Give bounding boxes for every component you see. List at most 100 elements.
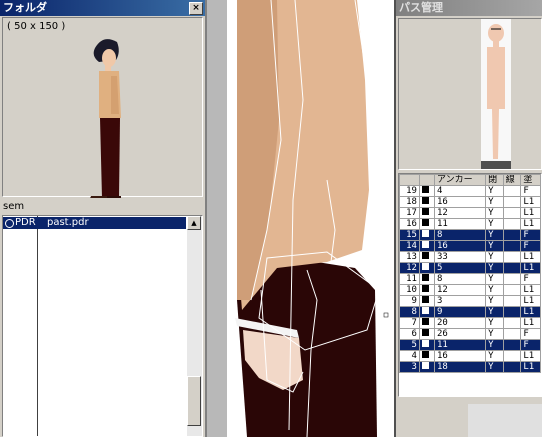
path-color-swatch [418, 339, 436, 351]
path-window-titlebar[interactable]: パス管理 [396, 0, 542, 16]
file-type-icon [5, 219, 14, 228]
line-flag [502, 361, 522, 373]
path-number: 16 [399, 218, 420, 230]
path-number: 11 [399, 273, 420, 285]
path-number: 14 [399, 240, 420, 252]
fill-flag: L1 [520, 196, 541, 208]
fill-flag: F [520, 229, 541, 241]
fill-flag: L1 [520, 306, 541, 318]
path-row[interactable]: 9 3 Y L1 [399, 295, 541, 307]
path-color-swatch [418, 306, 436, 318]
closed-flag: Y [485, 284, 504, 296]
path-row[interactable]: 6 26 Y F [399, 328, 541, 340]
closed-flag: Y [485, 306, 504, 318]
path-number: 4 [399, 350, 420, 362]
path-row[interactable]: 158YF( [399, 229, 541, 241]
path-color-swatch [418, 328, 436, 340]
path-col-header[interactable] [418, 174, 436, 186]
line-flag [502, 229, 522, 241]
path-row[interactable]: 19 4 Y F [399, 185, 541, 197]
swatch-square [421, 318, 429, 325]
scroll-thumb[interactable] [187, 376, 201, 426]
section-label: sem [3, 201, 25, 212]
swatch-square [421, 285, 429, 292]
line-flag [502, 251, 522, 263]
anchor-count: 16 [434, 350, 487, 362]
anchor-count: 11 [434, 218, 487, 230]
file-list-scrollbar[interactable]: ▲ [187, 216, 202, 436]
swatch-square [421, 186, 429, 193]
path-number: 6 [399, 328, 420, 340]
path-window-title: パス管理 [399, 1, 443, 14]
path-number: 13 [399, 251, 420, 263]
path-col-header[interactable] [399, 174, 420, 186]
path-row[interactable]: 1416YF( [399, 240, 541, 252]
closed-flag: Y [485, 328, 504, 340]
path-number: 3 [399, 361, 420, 373]
line-flag [502, 262, 522, 274]
close-button[interactable]: × [189, 2, 203, 15]
anchor-count: 3 [434, 295, 487, 307]
fill-flag: L1 [520, 262, 541, 274]
closed-flag: Y [485, 339, 504, 351]
path-preview [398, 18, 542, 170]
scroll-up-button[interactable]: ▲ [187, 216, 201, 230]
path-number: 15 [399, 229, 420, 241]
path-row[interactable]: 13 33 Y L1 [399, 251, 541, 263]
path-row[interactable]: 10 12 Y L1 [399, 284, 541, 296]
path-color-swatch [418, 284, 436, 296]
file-name: past.pdr [47, 217, 89, 228]
swatch-square [421, 274, 429, 281]
path-row[interactable]: 8 9 Y L1 [399, 306, 541, 318]
path-row[interactable]: 17 12 Y L1 [399, 207, 541, 219]
path-col-header[interactable]: アンカー [434, 174, 487, 186]
folder-window-titlebar[interactable]: フォルダ × [0, 0, 205, 16]
swatch-square [421, 241, 429, 248]
file-row[interactable]: PDR past.pdr [3, 217, 186, 229]
fill-flag: L1 [520, 218, 541, 230]
line-flag [502, 284, 522, 296]
path-row[interactable]: 7 20 Y L1 [399, 317, 541, 329]
path-number: 17 [399, 207, 420, 219]
path-number: 18 [399, 196, 420, 208]
file-type-label: PDR [15, 217, 36, 228]
anchor-count: 26 [434, 328, 487, 340]
path-preview-figure [481, 19, 511, 169]
canvas-artwork [227, 0, 394, 437]
fill-flag: L1 [520, 284, 541, 296]
swatch-square [421, 296, 429, 303]
fill-flag: L1 [520, 350, 541, 362]
folder-window-title: フォルダ [3, 1, 47, 14]
path-row[interactable]: 5 11 Y F [399, 339, 541, 351]
path-window: パス管理 アンカー閉線塗ケ 194YF1816YL11712YL11611YL1… [396, 0, 542, 437]
path-number: 10 [399, 284, 420, 296]
path-row[interactable]: 12 5 Y L1 [399, 262, 541, 274]
path-table[interactable]: アンカー閉線塗ケ 194YF1816YL11712YL11611YL1158YF… [398, 173, 542, 397]
path-col-header[interactable]: 閉 [485, 174, 504, 186]
path-color-swatch [418, 350, 436, 362]
fill-flag: F [520, 328, 541, 340]
path-row[interactable]: 16 11 Y L1 [399, 218, 541, 230]
anchor-count: 18 [434, 361, 487, 373]
fill-flag: F [520, 185, 541, 197]
path-col-header[interactable]: 塗 [520, 174, 541, 186]
path-row[interactable]: 4 16 Y L1 [399, 350, 541, 362]
line-flag [502, 273, 522, 285]
anchor-count: 8 [434, 273, 487, 285]
line-flag [502, 339, 522, 351]
path-color-swatch [418, 273, 436, 285]
swatch-square [421, 329, 429, 336]
path-row[interactable]: 3 18 Y L1 [399, 361, 541, 373]
closed-flag: Y [485, 262, 504, 274]
path-row[interactable]: 18 16 Y L1 [399, 196, 541, 208]
path-col-header[interactable]: 線 [502, 174, 522, 186]
anchor-count: 12 [434, 207, 487, 219]
closed-flag: Y [485, 218, 504, 230]
closed-flag: Y [485, 207, 504, 219]
fill-flag: L1 [520, 207, 541, 219]
drawing-canvas[interactable] [207, 0, 394, 437]
closed-flag: Y [485, 273, 504, 285]
thumbnail-preview: ( 50 x 150 ) [2, 17, 203, 198]
swatch-square [421, 208, 429, 215]
path-row[interactable]: 11 8 Y F [399, 273, 541, 285]
